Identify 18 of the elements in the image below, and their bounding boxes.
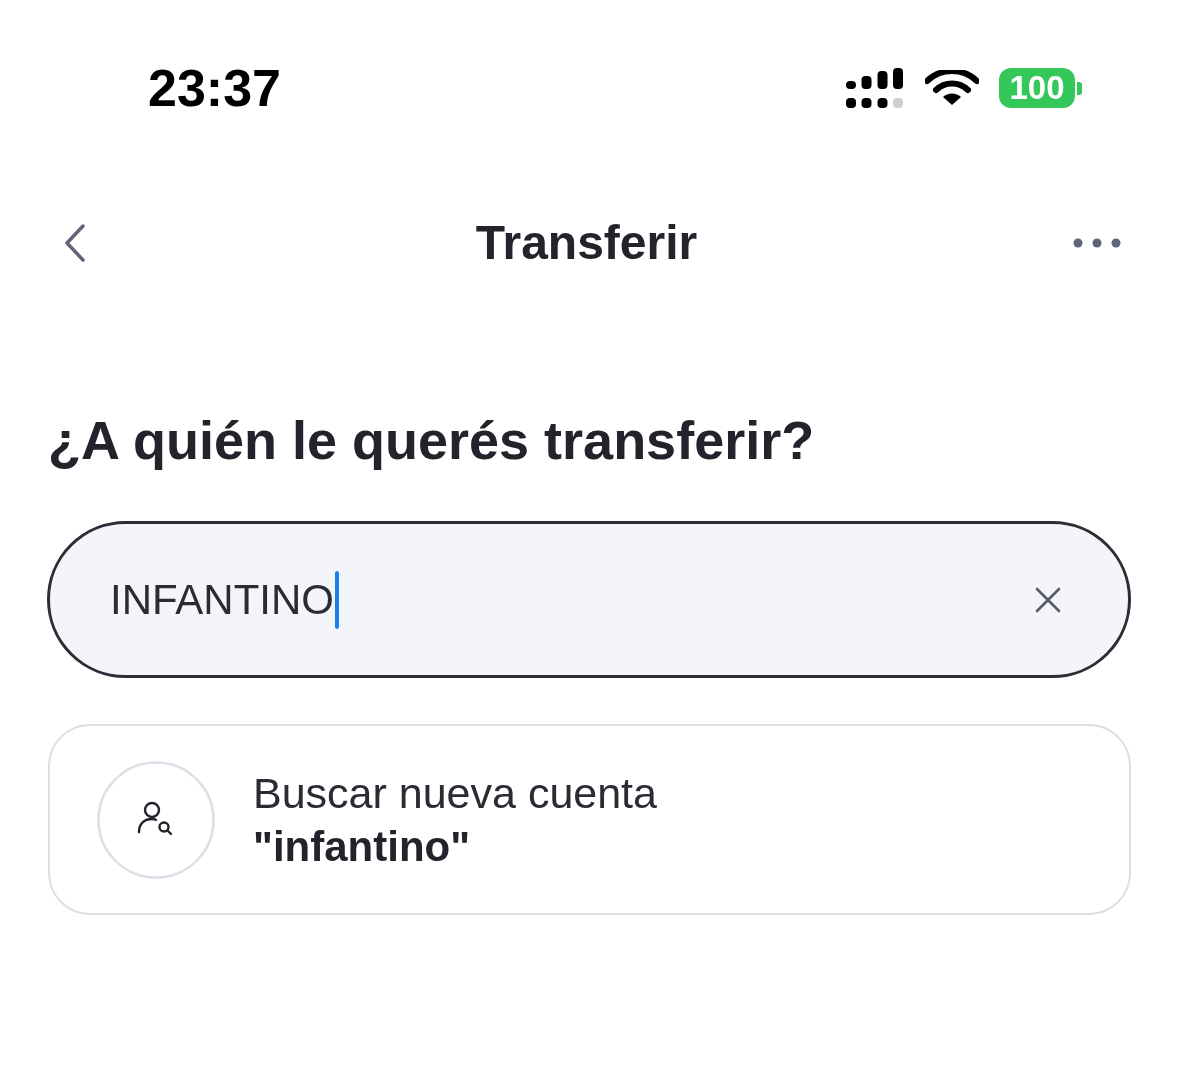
ellipsis-icon [1073,238,1121,248]
search-field[interactable]: INFANTINO [47,521,1131,678]
question-heading: ¿A quién le querés transferir? [48,409,816,472]
person-search-icon [97,760,215,879]
search-result-card[interactable]: Buscar nueva cuenta "infantino" [48,724,1131,915]
battery-indicator: 100 [999,68,1082,108]
search-value: INFANTINO [110,574,334,625]
back-button[interactable] [64,223,86,263]
result-label: Buscar nueva cuenta [253,767,657,819]
signal-icon [846,68,904,108]
status-time: 23:37 [148,60,281,116]
screen-title: Transferir [474,215,698,271]
clear-button[interactable] [1035,586,1061,613]
close-icon [1035,586,1061,613]
chevron-left-icon [64,223,86,263]
wifi-icon [925,70,979,106]
more-button[interactable] [1073,238,1121,248]
result-query: "infantino" [253,821,472,872]
